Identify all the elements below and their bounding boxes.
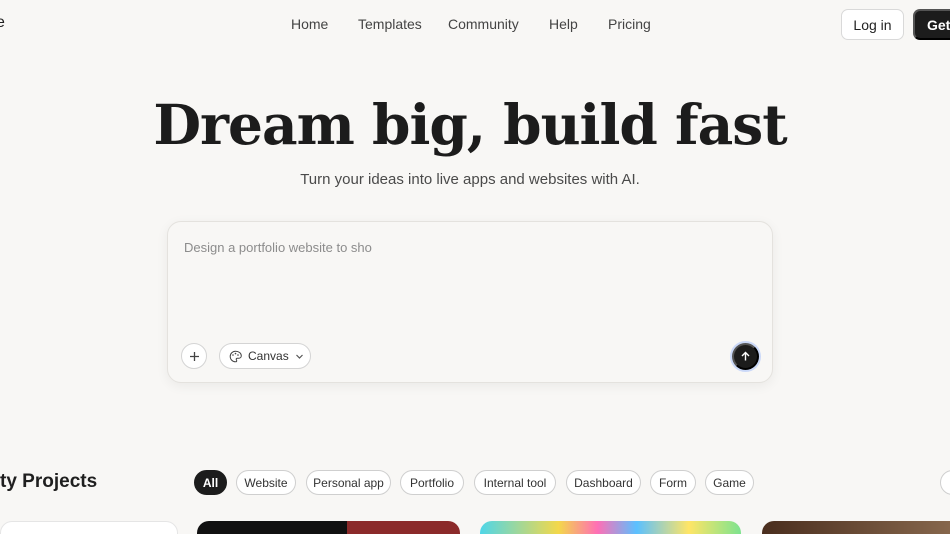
project-card[interactable] xyxy=(480,521,741,534)
nav-link-templates[interactable]: Templates xyxy=(358,16,422,32)
prompt-input[interactable]: Design a portfolio website to sho xyxy=(184,240,744,255)
canvas-mode-dropdown[interactable]: Canvas xyxy=(219,343,311,369)
projects-section-title: ty Projects xyxy=(0,471,98,492)
nav-link-home[interactable]: Home xyxy=(291,16,328,32)
top-nav: Home Templates Community Help Pricing Lo… xyxy=(0,0,950,48)
filter-chip-game[interactable]: Game xyxy=(705,470,754,495)
plus-icon xyxy=(189,351,199,361)
send-button[interactable] xyxy=(732,343,759,370)
project-card[interactable] xyxy=(0,521,178,534)
attach-button[interactable] xyxy=(181,343,207,369)
nav-link-community[interactable]: Community xyxy=(448,16,519,32)
filter-chip-personal-app[interactable]: Personal app xyxy=(306,470,391,495)
nav-link-help[interactable]: Help xyxy=(549,16,578,32)
filter-chip-internal-tool[interactable]: Internal tool xyxy=(474,470,556,495)
palette-icon xyxy=(229,350,242,362)
filter-chip-form[interactable]: Form xyxy=(650,470,696,495)
get-started-button[interactable]: Get xyxy=(913,9,950,40)
arrow-up-icon xyxy=(741,351,750,361)
project-card[interactable] xyxy=(197,521,460,534)
nav-link-pricing[interactable]: Pricing xyxy=(608,16,651,32)
filter-scroll-button[interactable] xyxy=(940,470,950,495)
canvas-mode-label: Canvas xyxy=(248,349,289,363)
login-button[interactable]: Log in xyxy=(841,9,904,40)
hero-subtitle: Turn your ideas into live apps and websi… xyxy=(300,171,640,188)
filter-chip-dashboard[interactable]: Dashboard xyxy=(566,470,641,495)
filter-chip-website[interactable]: Website xyxy=(236,470,296,495)
filter-chip-all[interactable]: All xyxy=(194,470,227,495)
chevron-down-icon xyxy=(295,354,303,359)
filter-chip-portfolio[interactable]: Portfolio xyxy=(400,470,464,495)
project-card[interactable] xyxy=(762,521,950,534)
prompt-composer: Design a portfolio website to sho Canvas xyxy=(167,221,773,383)
hero-title: Dream big, build fast xyxy=(153,92,787,157)
